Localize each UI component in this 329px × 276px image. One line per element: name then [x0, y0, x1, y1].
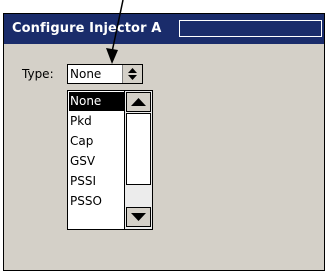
pointer-arrow-icon [106, 0, 124, 64]
